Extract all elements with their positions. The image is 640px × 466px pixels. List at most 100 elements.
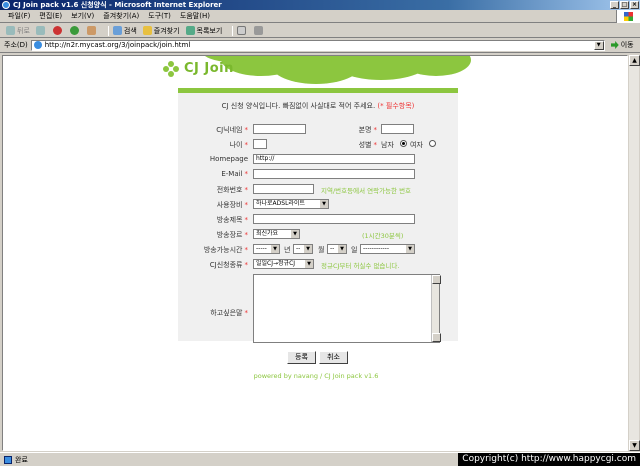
page-done-icon (4, 455, 12, 464)
homepage-label: Homepage (209, 155, 248, 163)
address-url: http://n2r.mycast.org/3/joinpack/join.ht… (44, 41, 191, 49)
search-icon (112, 26, 122, 35)
gender-male-label: 남자 (381, 141, 394, 149)
window-title-bar[interactable]: CJ Join pack v1.6 신청양식 - Microsoft Inter… (0, 0, 640, 10)
ie-icon (2, 1, 10, 9)
search-button[interactable]: 검색 (112, 26, 137, 36)
menu-view[interactable]: 보기(V) (71, 11, 94, 21)
home-button[interactable] (86, 26, 98, 35)
menu-favorites[interactable]: 즐겨찾기(A) (103, 11, 139, 21)
home-icon (86, 26, 96, 35)
cancel-button[interactable]: 취소 (319, 351, 348, 364)
logo-icon (163, 61, 179, 77)
phone-hint: 지역/번호등에서 연락가능한 번호 (321, 187, 412, 195)
cj-type-label: CJ신청종류 * (209, 261, 248, 269)
cj-type-select[interactable]: 일일CJ→정규CJ (253, 259, 314, 269)
scroll-down-icon[interactable]: ▼ (629, 440, 640, 451)
stop-icon (52, 26, 62, 35)
equipment-select[interactable]: 하나로ADSL라이트 (253, 199, 329, 209)
print-button[interactable] (254, 26, 265, 35)
gender-label: 성별 * (358, 141, 377, 149)
scroll-up-icon[interactable]: ▲ (629, 55, 640, 66)
window-title: CJ Join pack v1.6 신청양식 - Microsoft Inter… (13, 1, 222, 9)
submit-button[interactable]: 등록 (287, 351, 316, 364)
nickname-label: CJ닉네임 * (216, 126, 248, 134)
year-select[interactable]: ----- (253, 244, 280, 254)
form-intro: CJ 신청 양식입니다. 빠짐없이 사실대로 적어 주세요. (* 필수항목) (221, 102, 415, 110)
genre-hint: (1시간30분씩) (362, 232, 404, 240)
logo-dot (168, 71, 174, 77)
toolbar-separator (107, 25, 109, 36)
back-arrow-icon (6, 26, 15, 35)
favorites-icon (142, 26, 152, 35)
broadcast-title-label: 방송제목 * (216, 216, 248, 224)
back-button[interactable]: 뒤로 (6, 26, 30, 36)
footer-credit: powered by navang / CJ Join pack v1.6 (253, 372, 379, 380)
address-bar: 주소(D) http://n2r.mycast.org/3/joinpack/j… (0, 38, 640, 53)
go-arrow-icon (610, 41, 619, 49)
year-label: 년 (284, 246, 291, 254)
toolbar-separator (232, 25, 234, 36)
history-button[interactable]: 목록보기 (185, 26, 222, 36)
page-icon (33, 41, 42, 49)
page-viewport: CJ Join CJ 신청 양식입니다. 빠짐없이 사실대로 적어 주세요. (… (2, 55, 628, 451)
menu-help[interactable]: 도움말(H) (180, 11, 210, 21)
nickname-input[interactable] (253, 124, 306, 134)
stop-button[interactable] (52, 26, 64, 35)
page-scrollbar[interactable]: ▲ ▼ (628, 55, 640, 451)
email-input[interactable] (253, 169, 415, 179)
address-input[interactable]: http://n2r.mycast.org/3/joinpack/join.ht… (30, 39, 605, 51)
real-name-input[interactable] (381, 124, 414, 134)
close-button[interactable]: × (630, 1, 639, 9)
age-input[interactable] (253, 139, 267, 149)
gender-male-radio[interactable] (400, 140, 407, 147)
forward-button[interactable] (35, 26, 47, 35)
minimize-button[interactable]: _ (610, 1, 619, 9)
address-dropdown-icon[interactable]: ▼ (593, 40, 604, 50)
age-label: 나이 * (229, 141, 248, 149)
favorites-button[interactable]: 즐겨찾기 (142, 26, 180, 36)
maximize-button[interactable]: □ (620, 1, 629, 9)
gender-female-radio[interactable] (429, 140, 436, 147)
refresh-button[interactable] (69, 26, 81, 35)
phone-input[interactable] (253, 184, 314, 194)
mail-icon (237, 26, 247, 35)
homepage-input[interactable]: http:// (253, 154, 415, 164)
broadcast-genre-label: 방송장르 * (216, 231, 248, 239)
time-select[interactable]: ------------ (360, 244, 415, 254)
join-form: CJ 신청 양식입니다. 빠짐없이 사실대로 적어 주세요. (* 필수항목) … (178, 88, 458, 343)
message-label: 하고싶은말 * (210, 309, 248, 317)
gender-female-label: 여자 (410, 141, 423, 149)
logo-dot (173, 66, 179, 72)
forward-arrow-icon (35, 26, 45, 35)
copyright-watermark: Copyright(c) http://www.happycgi.com (458, 453, 640, 466)
go-button[interactable]: 이동 (610, 40, 634, 50)
history-icon (185, 26, 195, 35)
menu-file[interactable]: 파일(F) (8, 11, 30, 21)
day-select[interactable]: -- (327, 244, 347, 254)
broadcast-genre-select[interactable]: 최신가요 (253, 229, 300, 239)
menu-edit[interactable]: 편집(E) (39, 11, 62, 21)
status-text: 완료 (15, 455, 28, 464)
real-name-label: 본명 * (358, 126, 377, 134)
equipment-label: 사용장비 * (216, 201, 248, 209)
textarea-scrollbar[interactable] (431, 275, 441, 342)
broadcast-title-input[interactable] (253, 214, 415, 224)
logo-text: CJ Join (184, 61, 234, 76)
cj-join-banner: CJ Join (141, 56, 471, 86)
phone-label: 전화번호 * (216, 186, 248, 194)
menu-tools[interactable]: 도구(T) (148, 11, 171, 21)
month-select[interactable]: -- (293, 244, 313, 254)
month-label: 월 (318, 246, 325, 254)
windows-logo-icon (616, 10, 640, 23)
message-textarea[interactable] (253, 274, 441, 343)
broadcast-time-label: 방송가능시간 * (203, 246, 248, 254)
cj-type-hint: 정규CJ부터 허실수 없습니다. (321, 262, 400, 270)
print-icon (254, 26, 264, 35)
refresh-icon (69, 26, 79, 35)
mail-button[interactable] (237, 26, 248, 35)
day-label: 일 (351, 246, 358, 254)
toolbar: 뒤로 검색 즐겨찾기 목록보기 (0, 24, 640, 38)
email-label: E-Mail * (221, 170, 248, 178)
window-controls: _ □ × (610, 1, 639, 9)
